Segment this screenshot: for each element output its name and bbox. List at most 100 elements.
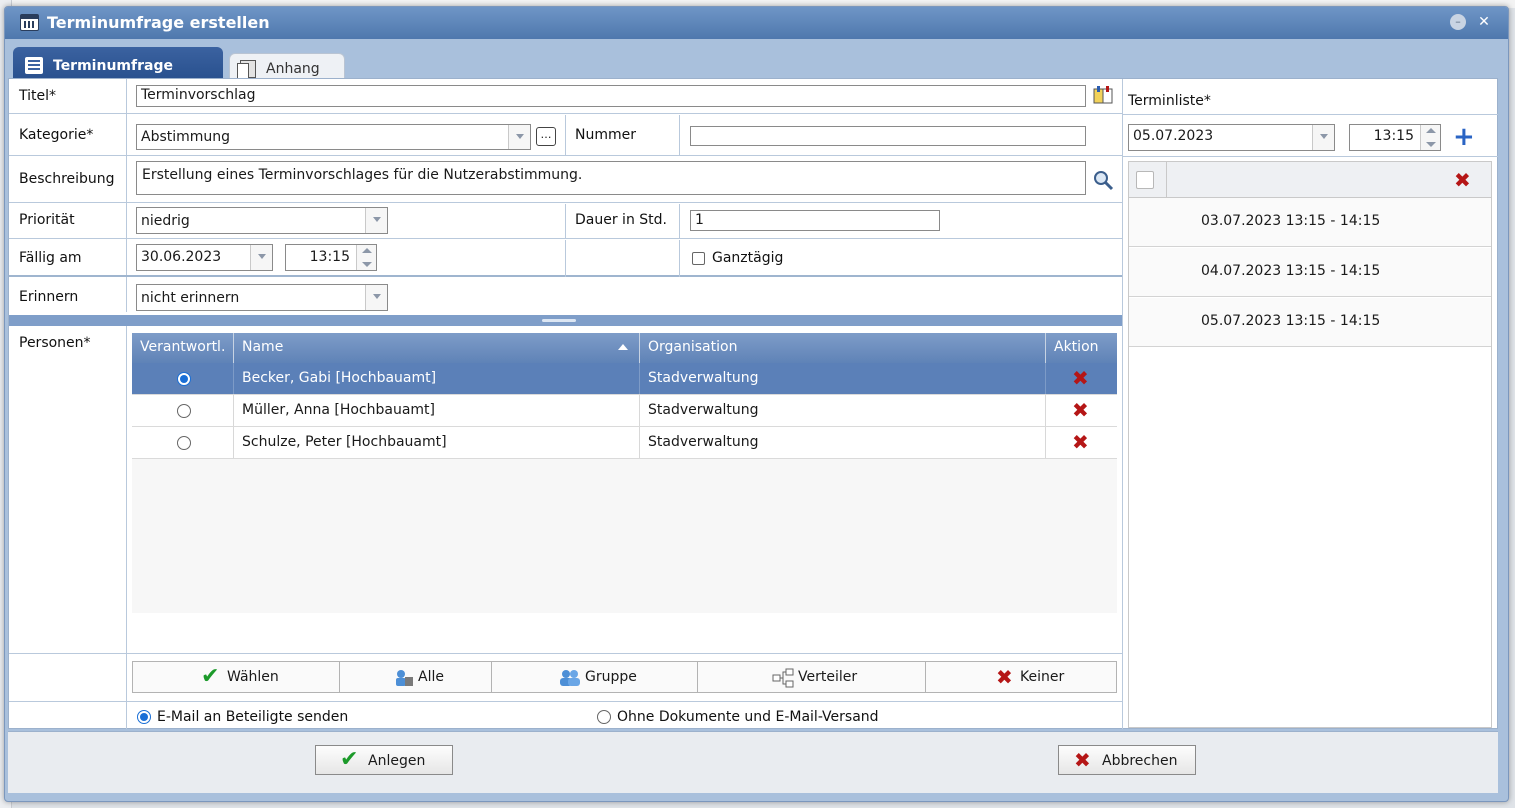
splitter-bar[interactable]: [9, 315, 1122, 326]
terminliste-label: Terminliste*: [1128, 93, 1211, 109]
cancel-icon: ✖: [1074, 748, 1091, 772]
person-organisation: Stadverwaltung: [648, 434, 759, 450]
verantwortlich-radio[interactable]: [177, 436, 191, 450]
chevron-down-icon[interactable]: [508, 125, 530, 149]
prioritaet-label: Priorität: [19, 212, 75, 228]
termin-time-input[interactable]: 13:15: [1349, 124, 1441, 151]
cell-divider: [1045, 363, 1046, 394]
col-organisation[interactable]: Organisation: [648, 339, 737, 355]
email-label: E-Mail an Beteiligte senden: [157, 709, 349, 725]
verteiler-label: Verteiler: [798, 669, 858, 685]
right-column-divider: [1122, 79, 1123, 729]
close-button[interactable]: ✕: [1476, 14, 1492, 30]
list-item[interactable]: 05.07.2023 13:15 - 14:15: [1129, 298, 1491, 347]
add-icon[interactable]: +: [1453, 124, 1475, 150]
divider: [679, 204, 680, 239]
group-icon: [559, 668, 581, 698]
sort-asc-icon: [618, 344, 628, 350]
ganztaegig-checkbox[interactable]: [692, 252, 705, 265]
waehlen-button[interactable]: ✔ Wählen: [133, 662, 340, 692]
col-divider: [639, 333, 640, 363]
list-item[interactable]: 04.07.2023 13:15 - 14:15: [1129, 248, 1491, 297]
table-row[interactable]: Müller, Anna [Hochbauamt] Stadverwaltung…: [132, 395, 1117, 427]
table-row[interactable]: Schulze, Peter [Hochbauamt] Stadverwaltu…: [132, 427, 1117, 459]
chevron-down-icon[interactable]: [365, 285, 387, 310]
col-aktion[interactable]: Aktion: [1054, 339, 1099, 355]
termin-date-input[interactable]: 05.07.2023: [1128, 124, 1335, 151]
faellig-date-value: 30.06.2023: [141, 249, 222, 265]
chevron-down-icon[interactable]: [365, 208, 387, 233]
termin-entry: 04.07.2023 13:15 - 14:15: [1201, 263, 1381, 279]
nummer-label: Nummer: [575, 127, 636, 143]
delete-icon[interactable]: ✖: [1072, 432, 1089, 452]
spinner-icon[interactable]: [1420, 125, 1440, 150]
spinner-icon[interactable]: [356, 245, 376, 270]
list-item[interactable]: 03.07.2023 13:15 - 14:15: [1129, 198, 1491, 247]
divider: [679, 115, 680, 156]
table-row[interactable]: Becker, Gabi [Hochbauamt] Stadverwaltung…: [132, 363, 1117, 395]
label-column-divider: [126, 316, 127, 729]
col-name[interactable]: Name: [242, 339, 283, 355]
dialog-footer: ✔ Anlegen ✖ Abbrechen: [8, 731, 1498, 793]
termin-date-value: 05.07.2023: [1133, 128, 1214, 144]
text-templates-icon[interactable]: [1092, 85, 1114, 107]
titel-input[interactable]: Terminvorschlag: [136, 85, 1086, 107]
ohne-radio[interactable]: [597, 710, 611, 724]
cell-divider: [1045, 395, 1046, 426]
verteiler-button[interactable]: Verteiler: [698, 662, 926, 692]
gruppe-button[interactable]: Gruppe: [492, 662, 698, 692]
select-all-checkbox[interactable]: [1136, 171, 1154, 189]
checkmark-icon: ✔: [340, 747, 359, 772]
dauer-label: Dauer in Std.: [575, 212, 667, 228]
title-bar[interactable]: Terminumfrage erstellen – ✕: [5, 7, 1508, 39]
cell-divider: [639, 395, 640, 426]
alle-button[interactable]: Alle: [340, 662, 492, 692]
anlegen-button[interactable]: ✔ Anlegen: [315, 745, 453, 775]
delete-icon[interactable]: ✖: [1072, 400, 1089, 420]
row-faellig: Fällig am 30.06.2023 13:15 Ganztägig: [9, 240, 1122, 277]
person-name: Becker, Gabi [Hochbauamt]: [242, 370, 437, 386]
minimize-button[interactable]: –: [1450, 14, 1466, 30]
window-title: Terminumfrage erstellen: [47, 13, 270, 32]
erinnern-combo[interactable]: nicht erinnern: [136, 284, 388, 311]
nummer-input[interactable]: [690, 126, 1086, 146]
keiner-label: Keiner: [1020, 669, 1065, 685]
prioritaet-combo[interactable]: niedrig: [136, 207, 388, 234]
delete-all-icon[interactable]: ✖: [1454, 170, 1471, 190]
verantwortlich-radio[interactable]: [177, 372, 191, 386]
beschreibung-label: Beschreibung: [19, 171, 115, 187]
row-kategorie: Kategorie* Abstimmung … Nummer: [9, 115, 1122, 156]
more-icon[interactable]: …: [536, 127, 556, 146]
verantwortlich-radio[interactable]: [177, 404, 191, 418]
drag-handle-icon[interactable]: [542, 319, 576, 322]
col-divider: [1166, 162, 1167, 198]
termin-time-value: 13:15: [1373, 128, 1414, 144]
row-beschreibung: Beschreibung Erstellung eines Terminvors…: [9, 157, 1122, 203]
delete-icon[interactable]: ✖: [1072, 368, 1089, 388]
beschreibung-textarea[interactable]: Erstellung eines Terminvorschlages für d…: [136, 161, 1086, 195]
keiner-button[interactable]: ✖ Keiner: [926, 662, 1116, 692]
search-icon[interactable]: [1092, 169, 1114, 191]
faellig-date-input[interactable]: 30.06.2023: [136, 244, 273, 271]
main-panel: Titel* Terminvorschlag Kategorie* Abstim…: [8, 78, 1498, 729]
termin-list-header: ✖: [1129, 162, 1491, 198]
grid-header: Verantwortl. Name Organisation Aktion: [132, 333, 1117, 363]
person-toolbar: ✔ Wählen Alle Gruppe Verteiler ✖ Keiner: [132, 661, 1117, 693]
col-divider: [233, 333, 234, 363]
dauer-input[interactable]: 1: [690, 210, 940, 231]
ganztaegig-label: Ganztägig: [712, 250, 784, 266]
col-verantwortl[interactable]: Verantwortl.: [140, 339, 225, 355]
email-radio[interactable]: [137, 710, 151, 724]
distribution-list-icon: [772, 668, 794, 699]
abbrechen-button[interactable]: ✖ Abbrechen: [1058, 745, 1196, 775]
divider: [565, 240, 566, 277]
row-erinnern: Erinnern nicht erinnern: [9, 279, 1122, 315]
termin-entry: 03.07.2023 13:15 - 14:15: [1201, 213, 1381, 229]
faellig-time-input[interactable]: 13:15: [285, 244, 377, 271]
cell-divider: [639, 427, 640, 458]
kategorie-combo[interactable]: Abstimmung: [136, 124, 531, 150]
chevron-down-icon[interactable]: [1312, 125, 1334, 150]
chevron-down-icon[interactable]: [250, 245, 272, 270]
ohne-label: Ohne Dokumente und E-Mail-Versand: [617, 709, 879, 725]
abbrechen-label: Abbrechen: [1102, 753, 1178, 769]
